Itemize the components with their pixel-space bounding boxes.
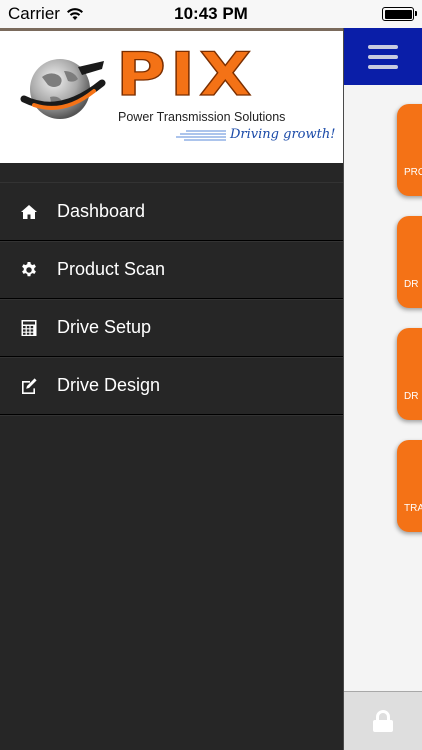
- tile-label: DR: [404, 391, 419, 402]
- menu-toggle-icon[interactable]: [367, 44, 398, 69]
- wifi-icon: [66, 8, 83, 20]
- calculator-icon: [19, 318, 39, 338]
- gear-icon: [19, 260, 39, 280]
- menu-spacer: [0, 163, 343, 183]
- brand-name: PIX: [115, 40, 256, 111]
- menu-item-product-scan[interactable]: Product Scan: [0, 241, 343, 299]
- lock-icon[interactable]: [372, 710, 393, 732]
- speed-lines-icon: [176, 130, 226, 140]
- main-header: [343, 28, 422, 85]
- menu-item-dashboard[interactable]: Dashboard: [0, 183, 343, 241]
- status-bar: Carrier 10:43 PM: [0, 0, 422, 28]
- globe-logo-icon: [20, 59, 106, 119]
- menu-item-label: Dashboard: [57, 201, 146, 221]
- battery-icon: [382, 7, 417, 21]
- home-icon: [19, 202, 39, 222]
- tile-label: TRA: [404, 503, 422, 514]
- dashboard-tile-1[interactable]: PRO: [397, 104, 422, 196]
- edit-icon: [19, 376, 39, 396]
- tagline: Driving growth!: [230, 127, 336, 142]
- carrier-label: Carrier: [8, 4, 60, 23]
- menu-item-label: Drive Setup: [57, 317, 152, 337]
- logo-header: PIX Power Transmission Solutions Driving…: [0, 28, 343, 163]
- dashboard-tile-2[interactable]: DR: [397, 216, 422, 308]
- dashboard-tile-3[interactable]: DR: [397, 328, 422, 420]
- main-content: PRO DR DR TRA: [343, 28, 422, 750]
- tile-label: PRO: [404, 167, 422, 178]
- menu-item-label: Drive Design: [57, 375, 161, 395]
- footer-bar: [343, 691, 422, 750]
- tile-label: DR: [404, 279, 419, 290]
- app-screen: Carrier 10:43 PM PRO DR DR TRA PIX Power…: [0, 0, 422, 750]
- dashboard-tile-4[interactable]: TRA: [397, 440, 422, 532]
- menu-item-drive-design[interactable]: Drive Design: [0, 357, 343, 415]
- side-drawer: PIX Power Transmission Solutions Driving…: [0, 28, 344, 750]
- menu-item-label: Product Scan: [57, 259, 166, 279]
- menu-item-drive-setup[interactable]: Drive Setup: [0, 299, 343, 357]
- company-name: Power Transmission Solutions: [118, 110, 286, 124]
